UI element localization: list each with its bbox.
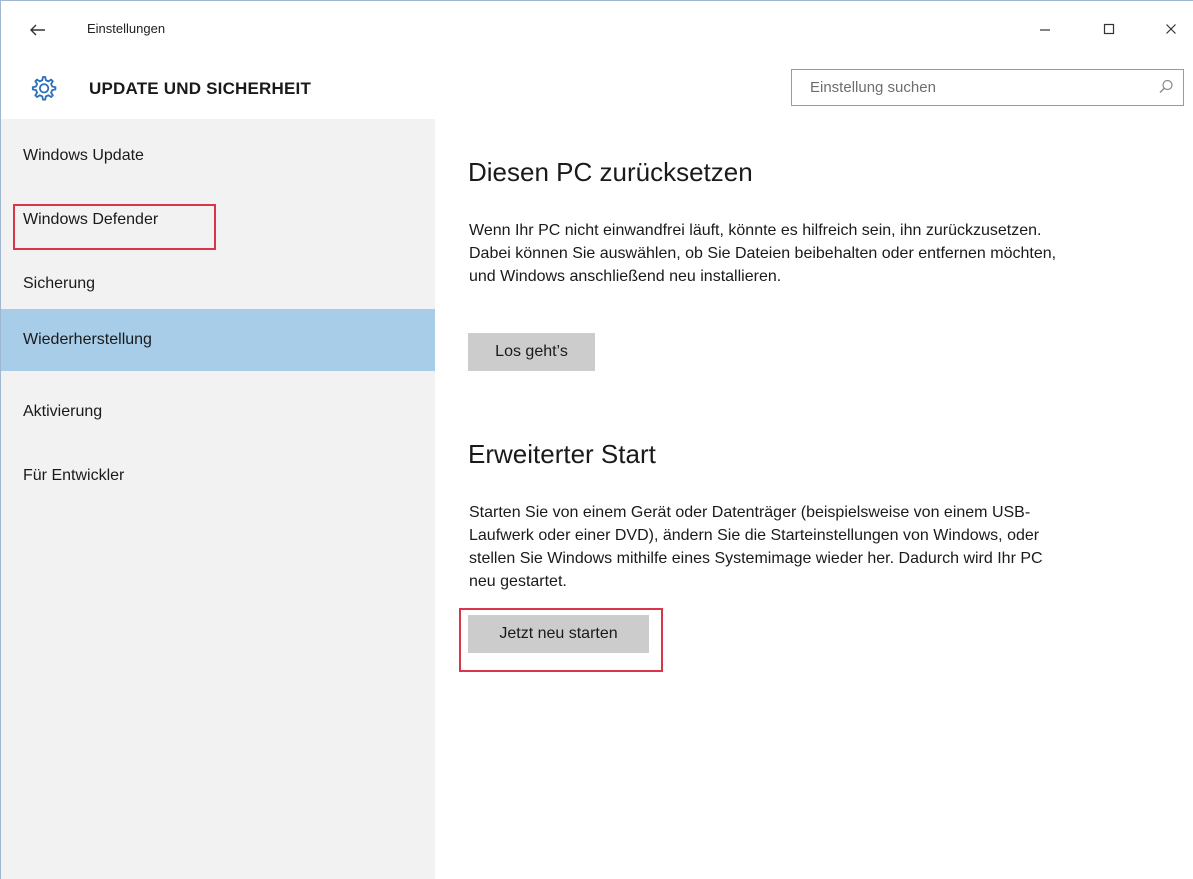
search-box[interactable] [791, 69, 1184, 106]
close-icon [1166, 24, 1176, 34]
section-heading-advanced-start: Erweiterter Start [468, 439, 656, 469]
title-bar: Einstellungen [1, 1, 1193, 59]
main-content: Diesen PC zurücksetzen Wenn Ihr PC nicht… [435, 119, 1193, 879]
minimize-button[interactable] [1022, 11, 1068, 47]
search-icon[interactable] [1157, 78, 1175, 96]
sidebar-item-aktivierung[interactable]: Aktivierung [1, 379, 435, 441]
app-title: Einstellungen [87, 21, 166, 36]
highlight-box-restart-button [459, 608, 663, 672]
maximize-button[interactable] [1086, 11, 1132, 47]
sidebar-item-label: Aktivierung [23, 403, 103, 420]
search-input[interactable] [792, 70, 1142, 105]
section-body-advanced-start: Starten Sie von einem Gerät oder Datentr… [469, 504, 1043, 590]
gear-icon [31, 76, 57, 101]
reset-pc-button[interactable]: Los geht’s [468, 333, 595, 371]
back-button[interactable] [23, 15, 53, 45]
sidebar-item-label: Sicherung [23, 275, 96, 292]
sidebar-item-windows-update[interactable]: Windows Update [1, 123, 435, 185]
section-heading-reset: Diesen PC zurücksetzen [468, 157, 753, 187]
sidebar-item-sicherung[interactable]: Sicherung [1, 251, 435, 313]
highlight-box-wiederherstellung [13, 204, 216, 250]
settings-window: Einstellungen UPDATE UND SICHERHEIT Eins… [0, 0, 1193, 879]
minimize-icon [1040, 29, 1050, 31]
page-title: UPDATE UND SICHERHEIT [89, 79, 312, 98]
sidebar-item-label: Für Entwickler [23, 467, 125, 484]
settings-header: UPDATE UND SICHERHEIT [1, 59, 1193, 119]
close-button[interactable] [1148, 11, 1193, 47]
section-body-reset: Wenn Ihr PC nicht einwandfrei läuft, kön… [469, 222, 1057, 285]
arrow-left-icon [30, 24, 45, 36]
sidebar-item-wiederherstellung[interactable]: Wiederherstellung [1, 309, 435, 371]
sidebar-item-label: Wiederherstellung [23, 331, 152, 348]
sidebar-item-label: Windows Update [23, 147, 144, 164]
sidebar-item-fuer-entwickler[interactable]: Für Entwickler [1, 443, 435, 505]
maximize-icon [1103, 23, 1115, 35]
